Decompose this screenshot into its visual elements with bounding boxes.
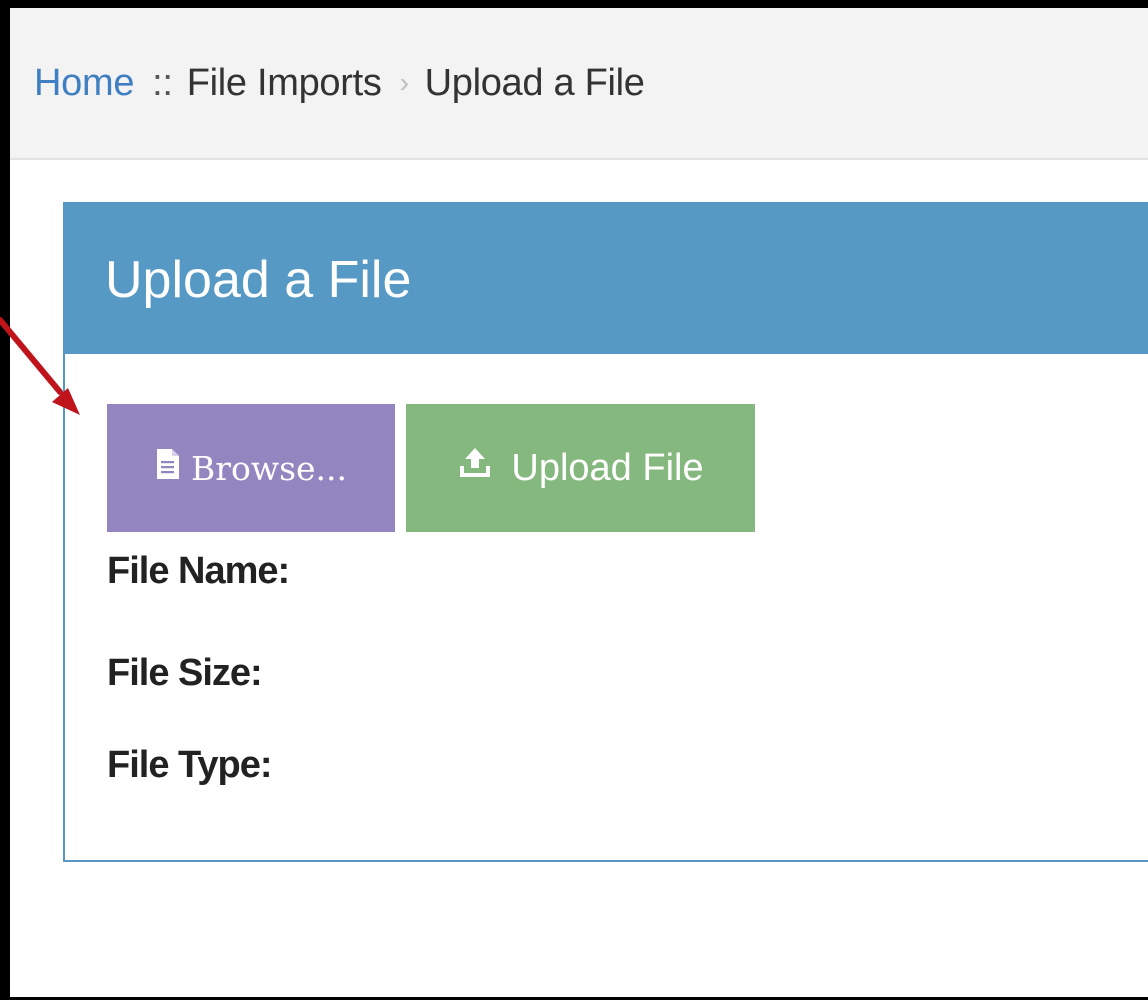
breadcrumb-separator: ::	[152, 62, 173, 104]
file-size-label: File Size:	[107, 652, 263, 694]
breadcrumb-bar: Home:: File Imports › Upload a File	[10, 8, 1148, 160]
file-type-label: File Type:	[107, 744, 273, 786]
panel-header: Upload a File	[65, 204, 1148, 354]
upload-file-button-label: Upload File	[511, 446, 704, 489]
document-icon	[155, 448, 181, 488]
breadcrumb-current-page: Upload a File	[424, 62, 645, 104]
browse-button[interactable]: Browse...	[107, 404, 395, 532]
panel-title: Upload a File	[105, 251, 412, 309]
browse-button-label: Browse...	[190, 448, 348, 488]
upload-panel: Upload a File Browse... Upload File File…	[63, 202, 1148, 862]
upload-icon	[457, 446, 493, 490]
upload-file-button[interactable]: Upload File	[406, 404, 755, 532]
app-frame: Home:: File Imports › Upload a File Upload …	[0, 0, 1148, 1000]
file-name-label: File Name:	[107, 550, 290, 592]
breadcrumb-arrow-icon: ›	[399, 67, 409, 98]
breadcrumb: Home:: File Imports › Upload a File	[34, 62, 645, 105]
breadcrumb-file-imports-link[interactable]: File Imports	[187, 62, 382, 104]
breadcrumb-home-link[interactable]: Home	[34, 62, 134, 104]
